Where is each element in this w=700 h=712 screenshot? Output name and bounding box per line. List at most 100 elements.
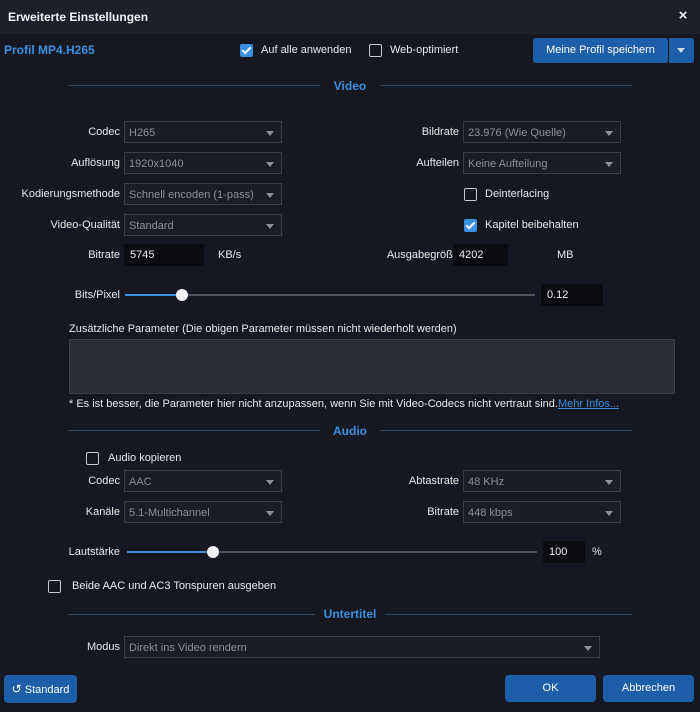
channels-label: Kanäle [85,506,120,518]
divider [68,430,320,431]
more-info-link[interactable]: Mehr Infos... [558,398,619,410]
hint-message: * Es ist besser, die Parameter hier nich… [69,398,558,410]
cancel-label: Abbrechen [621,682,676,694]
chevron-down-icon [266,480,274,485]
extra-params-label: Zusätzliche Parameter (Die obigen Parame… [69,323,457,335]
quality-value: Standard [129,220,174,232]
codec-value: H265 [129,127,156,139]
encoding-select[interactable]: Schnell encoden (1-pass) [124,183,282,205]
framerate-label: Bildrate [421,126,459,138]
encoding-value: Schnell encoden (1-pass) [129,189,254,201]
split-select[interactable]: Keine Aufteilung [463,152,621,174]
split-value: Keine Aufteilung [468,158,548,170]
close-icon[interactable]: × [674,7,692,25]
advanced-settings-dialog: Erweiterte Einstellungen × Profil MP4.H2… [0,0,700,712]
audio-section-title: Audio [333,424,367,438]
chevron-down-icon [266,224,274,229]
default-button[interactable]: ↺ Standard [4,675,77,703]
bits-per-pixel-value: 0.12 [547,289,569,301]
chevron-down-icon [266,131,274,136]
bitrate-label: Bitrate [88,249,120,261]
audio-bitrate-label: Bitrate [427,506,459,518]
output-size-unit: MB [557,249,574,261]
output-size-label: Ausgabegröße [386,249,459,261]
hint-text: * Es ist besser, die Parameter hier nich… [69,398,619,410]
save-profile-label: Meine Profil speichern [546,44,655,56]
bitrate-value: 5745 [130,249,155,261]
encoding-label: Kodierungsmethode [21,188,120,200]
save-profile-button[interactable]: Meine Profil speichern [533,38,668,63]
subtitles-section-title: Untertitel [323,607,377,621]
chevron-down-icon [677,48,685,53]
mode-label: Modus [86,641,120,653]
volume-handle[interactable] [207,546,219,558]
cancel-button[interactable]: Abbrechen [603,675,694,702]
divider [68,85,320,86]
audio-codec-select[interactable]: AAC [124,470,282,492]
title-bar: Erweiterte Einstellungen × [0,0,700,34]
apply-all-checkbox[interactable] [240,44,253,57]
deinterlacing-label: Deinterlacing [485,188,550,200]
reset-icon: ↺ [11,682,22,696]
resolution-select[interactable]: 1920x1040 [124,152,282,174]
samplerate-label: Abtastrate [408,475,459,487]
volume-label: Lautstärke [68,546,120,558]
keep-chapters-label: Kapitel beibehalten [485,219,579,231]
chevron-down-icon [605,162,613,167]
save-profile-dropdown[interactable] [669,38,694,63]
codec-label: Codec [88,126,120,138]
both-tracks-checkbox[interactable] [48,580,61,593]
video-section-title: Video [333,79,367,93]
volume-fill [127,551,213,553]
bits-per-pixel-input[interactable]: 0.12 [541,284,603,306]
bitrate-unit: KB/s [218,249,242,261]
audio-codec-value: AAC [129,476,152,488]
chevron-down-icon [605,480,613,485]
apply-all-label: Auf alle anwenden [261,44,352,56]
audio-bitrate-select[interactable]: 448 kbps [463,501,621,523]
chevron-down-icon [605,131,613,136]
profile-name: Profil MP4.H265 [4,43,95,57]
copy-audio-checkbox[interactable] [86,452,99,465]
resolution-value: 1920x1040 [129,158,184,170]
quality-label: Video-Qualität [50,219,120,231]
mode-value: Direkt ins Video rendern [129,642,247,654]
keep-chapters-checkbox[interactable] [464,219,477,232]
divider [380,430,632,431]
chevron-down-icon [584,646,592,651]
default-label: Standard [24,684,70,696]
split-label: Aufteilen [416,157,459,169]
copy-audio-label: Audio kopieren [108,452,182,464]
dialog-title: Erweiterte Einstellungen [8,10,149,24]
divider [385,614,632,615]
bits-per-pixel-handle[interactable] [176,289,188,301]
channels-select[interactable]: 5.1-Multichannel [124,501,282,523]
audio-bitrate-value: 448 kbps [468,507,513,519]
web-optimized-label: Web-optimiert [390,44,459,56]
samplerate-select[interactable]: 48 KHz [463,470,621,492]
chevron-down-icon [266,511,274,516]
volume-unit: % [592,546,602,558]
volume-value: 100 [549,546,568,558]
volume-slider[interactable] [127,546,537,558]
chevron-down-icon [266,162,274,167]
bits-per-pixel-label: Bits/Pixel [74,289,120,301]
bitrate-input[interactable]: 5745 [124,244,204,266]
volume-input[interactable]: 100 [543,541,585,563]
mode-select[interactable]: Direkt ins Video rendern [124,636,600,658]
ok-label: OK [542,682,559,694]
codec-select[interactable]: H265 [124,121,282,143]
quality-select[interactable]: Standard [124,214,282,236]
chevron-down-icon [266,193,274,198]
web-optimized-checkbox[interactable] [369,44,382,57]
bits-per-pixel-slider[interactable] [125,289,535,301]
deinterlacing-checkbox[interactable] [464,188,477,201]
framerate-select[interactable]: 23.976 (Wie Quelle) [463,121,621,143]
audio-codec-label: Codec [88,475,120,487]
extra-params-textarea[interactable] [69,339,675,394]
output-size-input[interactable]: 4202 [453,244,508,266]
output-size-value: 4202 [459,249,484,261]
divider [68,614,315,615]
ok-button[interactable]: OK [505,675,596,702]
resolution-label: Auflösung [71,157,120,169]
